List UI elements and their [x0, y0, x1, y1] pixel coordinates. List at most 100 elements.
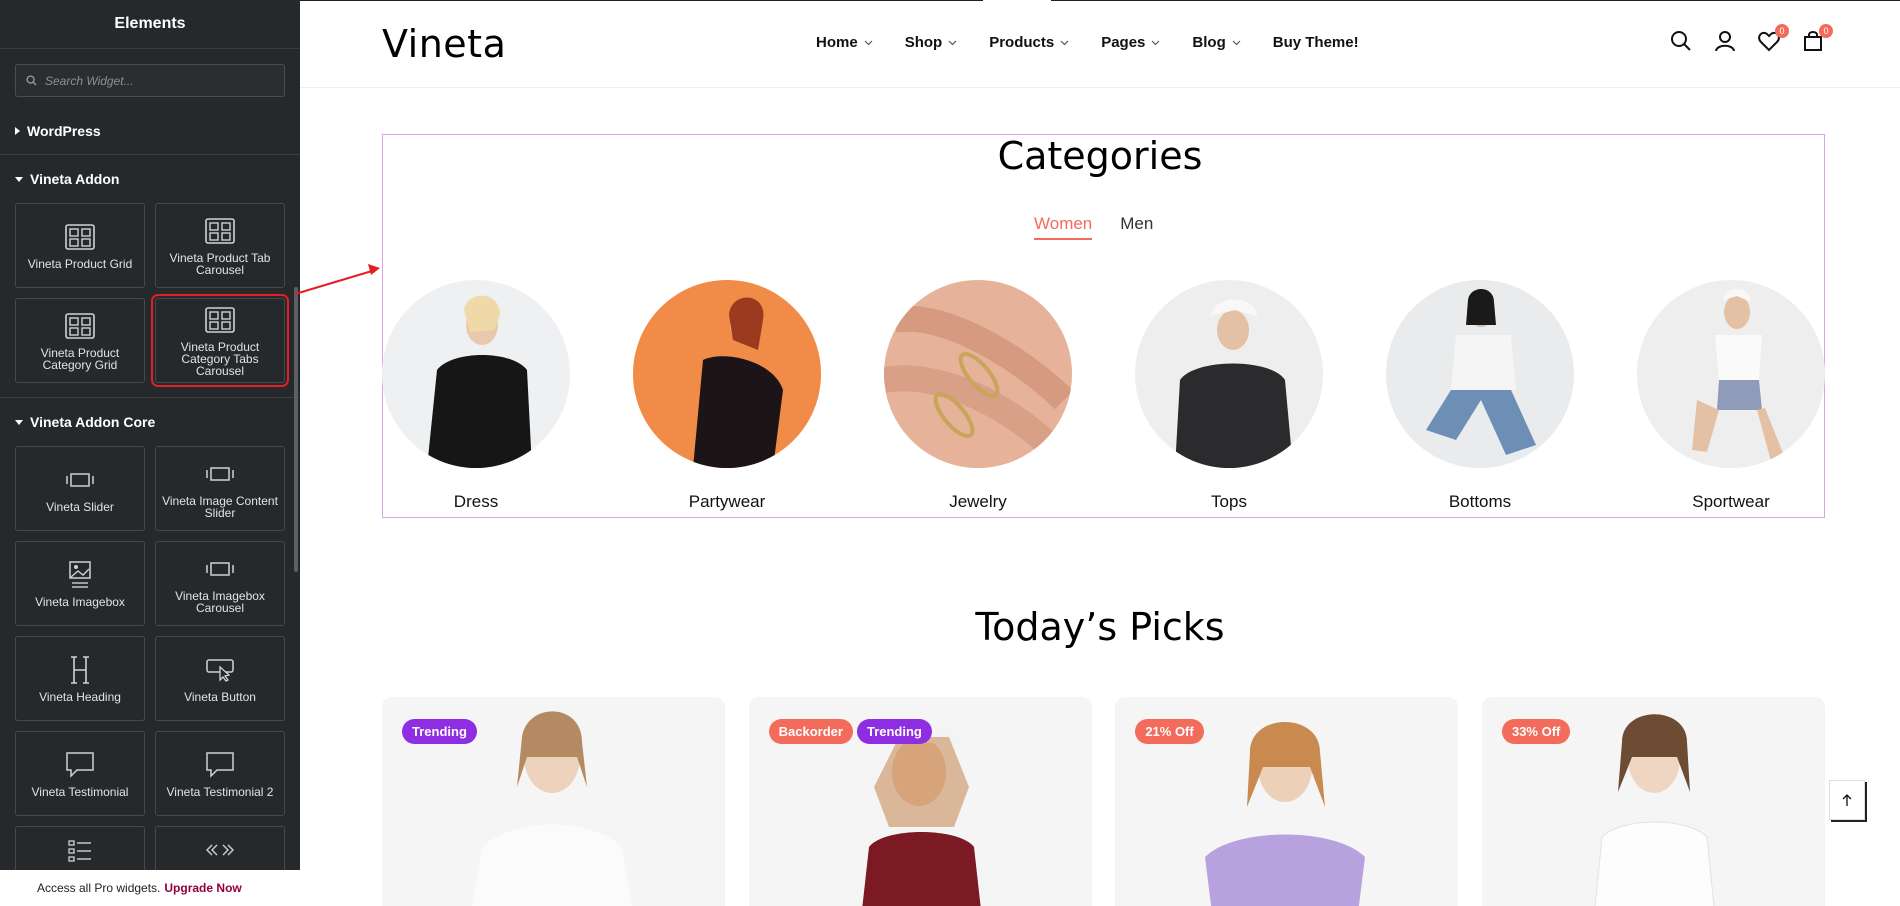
widget-vineta-product-category-tabs-carousel[interactable]: Vineta Product Category Tabs Carousel	[151, 294, 289, 387]
vineta-addon-core-widget-grid: Vineta Slider Vineta Image Content Slide…	[0, 446, 300, 900]
category-item-bottoms[interactable]: Bottoms	[1386, 280, 1574, 512]
product-card[interactable]: Backorder Trending	[748, 697, 1092, 906]
widget-vineta-imagebox-carousel[interactable]: Vineta Imagebox Carousel	[155, 541, 285, 626]
wishlist-button[interactable]: 0	[1758, 24, 1789, 52]
category-item-dress[interactable]: Dress	[382, 280, 570, 512]
product-tag: 33% Off	[1501, 719, 1571, 744]
widget-vineta-testimonial[interactable]: Vineta Testimonial	[15, 731, 145, 816]
account-button[interactable]	[1714, 30, 1736, 52]
category-tabs: Women Men	[1034, 214, 1153, 240]
cart-count-badge: 0	[1819, 24, 1833, 38]
header-actions: 0 0	[1670, 24, 1833, 52]
widget-vineta-testimonial-2[interactable]: Vineta Testimonial 2	[155, 731, 285, 816]
category-item-tops[interactable]: Tops	[1135, 280, 1323, 512]
header-search-button[interactable]	[1670, 30, 1692, 52]
site-preview: Vineta Home Shop Products Pages Blog Buy…	[300, 0, 1900, 906]
nav-products[interactable]: Products	[989, 34, 1069, 51]
widget-vineta-button[interactable]: Vineta Button	[155, 636, 285, 721]
widget-vineta-product-tab-carousel[interactable]: Vineta Product Tab Carousel	[155, 203, 285, 288]
chevron-down-icon	[864, 40, 873, 45]
category-label: Vineta Addon Core	[30, 414, 156, 430]
chevron-down-icon	[1060, 40, 1069, 45]
user-icon	[1715, 31, 1735, 52]
widget-label: Vineta Imagebox Carousel	[175, 588, 265, 615]
search-icon	[1671, 31, 1691, 51]
nav-label: Home	[816, 34, 858, 51]
widget-label: Vineta Product Tab Carousel	[169, 250, 271, 277]
category-label: Jewelry	[949, 492, 1007, 511]
caret-right-icon	[15, 126, 20, 135]
category-item-partywear[interactable]: Partywear	[633, 280, 821, 512]
category-wordpress[interactable]: WordPress	[0, 107, 300, 155]
product-tag: Trending	[402, 719, 477, 744]
category-item-jewelry[interactable]: Jewelry	[884, 280, 1072, 512]
widget-vineta-imagebox[interactable]: Vineta Imagebox	[15, 541, 145, 626]
category-label: Dress	[453, 492, 499, 511]
heading-icon	[71, 655, 89, 684]
widget-label: Vineta Testimonial	[31, 784, 129, 799]
widget-label: Vineta Product Category Grid	[40, 345, 120, 372]
widget-vineta-heading[interactable]: Vineta Heading	[15, 636, 145, 721]
tab-women[interactable]: Women	[1034, 214, 1093, 240]
widget-vineta-slider[interactable]: Vineta Slider	[15, 446, 145, 531]
nav-blog[interactable]: Blog	[1192, 34, 1241, 51]
site-header: Vineta Home Shop Products Pages Blog Buy…	[300, 0, 1900, 88]
cart-button[interactable]: 0	[1802, 24, 1833, 52]
panel-scrollbar[interactable]	[294, 287, 298, 572]
product-tags: 33% Off	[1501, 719, 1571, 744]
product-tags: 21% Off	[1135, 719, 1204, 744]
product-grid-icon	[205, 306, 235, 333]
widget-label: Vineta Image Content Slider	[162, 493, 278, 520]
widget-vineta-product-grid[interactable]: Vineta Product Grid	[15, 203, 145, 288]
caret-down-icon	[15, 419, 23, 425]
chevron-down-icon	[1151, 40, 1160, 45]
category-image	[1386, 280, 1574, 468]
chevron-down-icon	[948, 40, 957, 45]
scroll-to-top-button[interactable]	[1829, 780, 1865, 820]
arrow-up-icon	[1842, 794, 1852, 806]
product-list: Trending Backorder Trending 21% Off 33% O…	[382, 697, 1825, 906]
image-icon	[69, 560, 91, 588]
nav-buy-theme[interactable]: Buy Theme!	[1273, 34, 1359, 51]
slider-icon	[206, 561, 234, 576]
category-image	[1135, 280, 1323, 468]
category-label: Tops	[1211, 492, 1247, 511]
category-label: Partywear	[688, 492, 766, 511]
slider-icon	[66, 472, 94, 487]
product-tags: Trending	[402, 719, 477, 744]
category-vineta-addon-core[interactable]: Vineta Addon Core	[0, 398, 300, 446]
widget-label: Vineta Product Grid	[27, 256, 133, 271]
widget-label: Vineta Testimonial 2	[166, 784, 274, 799]
upgrade-footer: Access all Pro widgets. Upgrade Now	[0, 870, 300, 906]
nav-shop[interactable]: Shop	[905, 34, 958, 51]
product-grid-icon	[65, 223, 95, 250]
site-logo[interactable]: Vineta	[382, 22, 506, 66]
product-tag: Trending	[856, 719, 932, 744]
nav-label: Pages	[1101, 34, 1146, 51]
chevron-down-icon	[1232, 40, 1241, 45]
product-card[interactable]: 33% Off	[1481, 697, 1825, 906]
product-grid-icon	[65, 312, 95, 339]
product-card[interactable]: 21% Off	[1115, 697, 1459, 906]
widget-vineta-product-category-grid[interactable]: Vineta Product Category Grid	[15, 298, 145, 383]
upgrade-now-link[interactable]: Upgrade Now	[164, 881, 241, 895]
widget-vineta-image-content-slider[interactable]: Vineta Image Content Slider	[155, 446, 285, 531]
widget-label: Vineta Slider	[46, 499, 114, 514]
slider-icon	[206, 466, 234, 481]
search-widget-input[interactable]	[45, 73, 284, 88]
nav-home[interactable]: Home	[816, 34, 873, 51]
search-widget-field[interactable]	[15, 64, 285, 97]
category-image	[633, 280, 821, 468]
elements-panel: Elements WordPress Vineta Addon Vineta P…	[0, 0, 300, 906]
vineta-addon-widget-grid: Vineta Product Grid Vineta Product Tab C…	[0, 203, 300, 398]
search-icon	[26, 75, 37, 86]
category-item-sportwear[interactable]: Sportwear	[1637, 280, 1825, 512]
widget-label: Vineta Imagebox	[35, 594, 125, 609]
category-label: WordPress	[27, 122, 101, 139]
category-vineta-addon[interactable]: Vineta Addon	[0, 155, 300, 203]
product-card[interactable]: Trending	[382, 697, 725, 906]
tab-men[interactable]: Men	[1120, 214, 1153, 240]
categories-title: Categories	[997, 134, 1203, 178]
nav-pages[interactable]: Pages	[1101, 34, 1160, 51]
panel-title: Elements	[0, 0, 300, 49]
